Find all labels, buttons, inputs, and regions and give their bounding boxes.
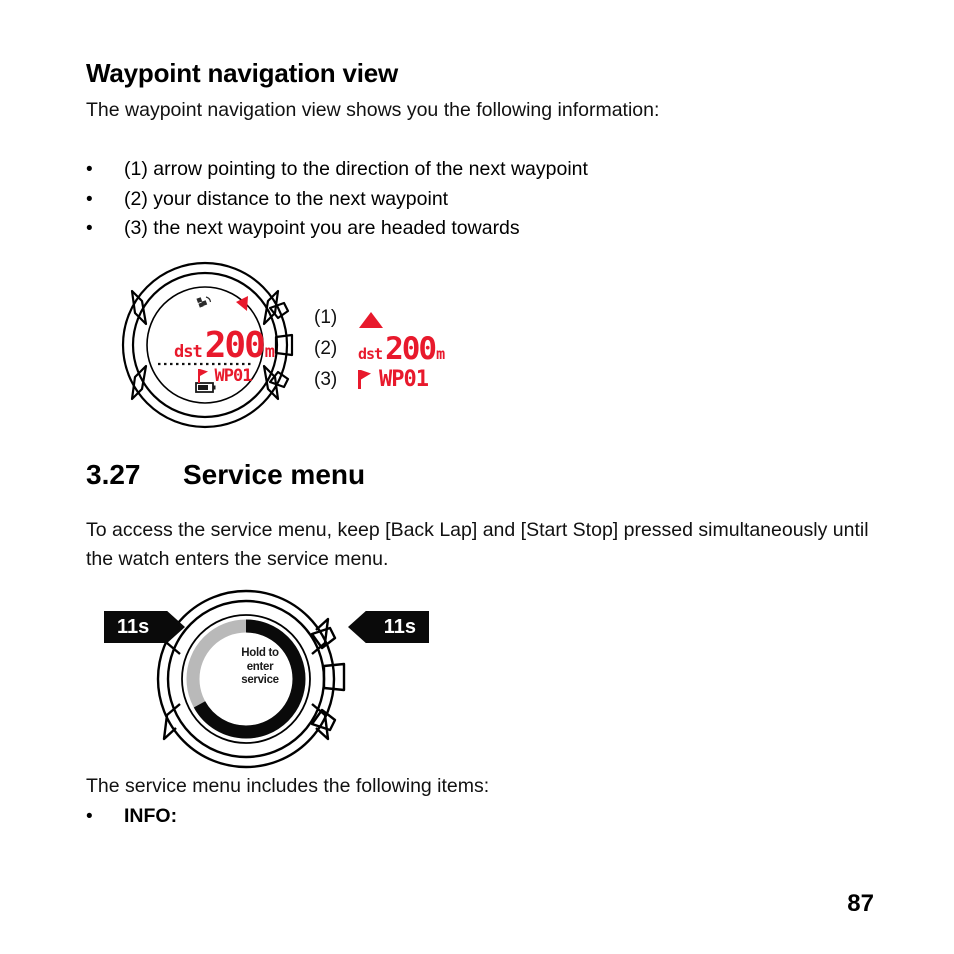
watch-distance-readout: dst 200 m [152, 325, 297, 366]
service-items-intro: The service menu includes the following … [86, 775, 490, 797]
list-item-label: (1) arrow pointing to the direction of t… [124, 158, 588, 180]
list-item: • INFO: [86, 802, 886, 832]
distance-value: 200 [204, 325, 266, 366]
waypoint-figure-legend: (1) (2) dst 200 m (3) WP01 [314, 302, 514, 395]
flag-icon [197, 369, 208, 383]
distance-prefix-label: dst [358, 344, 383, 363]
legend-row-arrow: (1) [314, 302, 514, 333]
satellite-icon [196, 296, 212, 308]
watch-waypoint-readout: WP01 [152, 366, 297, 386]
legend-label: (3) [314, 368, 338, 390]
bullet-marker-icon: • [86, 218, 93, 239]
list-item-label: (2) your distance to the next waypoint [124, 187, 449, 210]
section-number: 3.27 [86, 459, 141, 490]
page-number: 87 [847, 890, 874, 917]
legend-label: (1) [314, 306, 338, 328]
navigation-arrow-icon [236, 296, 248, 311]
manual-page: Waypoint navigation view The waypoint na… [0, 0, 954, 954]
service-items-list: • INFO: [86, 802, 886, 832]
watch-service-prompt: Hold to enter service [224, 647, 296, 688]
prompt-line-3: service [241, 674, 279, 686]
legend-value: WP01 [358, 367, 429, 392]
legend-row-distance: (2) dst 200 m [314, 331, 514, 367]
page-title: Waypoint navigation view [86, 58, 399, 88]
section-heading-service-menu: 3.27 Service menu [86, 459, 365, 491]
legend-value: dst 200 m [358, 331, 445, 367]
distance-unit-label: m [264, 342, 275, 362]
legend-label: (2) [314, 337, 338, 359]
list-item-label: INFO: [124, 805, 178, 827]
waypoint-label: WP01 [379, 367, 429, 392]
bullet-marker-icon: • [86, 806, 93, 827]
bullet-marker-icon: • [86, 188, 93, 210]
distance-value: 200 [385, 330, 437, 367]
section-title: Service menu [183, 459, 366, 490]
waypoint-label: WP01 [214, 366, 253, 386]
bullet-marker-icon: • [86, 159, 93, 180]
waypoint-intro-paragraph: The waypoint navigation view shows you t… [86, 99, 660, 121]
flag-icon [358, 370, 371, 389]
list-item: • (3) the next waypoint you are headed t… [86, 214, 886, 244]
distance-unit-label: m [436, 344, 446, 363]
distance-prefix-label: dst [174, 342, 203, 362]
waypoint-bullet-list: • (1) arrow pointing to the direction of… [86, 155, 886, 244]
prompt-line-1: Hold to [241, 647, 279, 659]
prompt-line-2: enter [246, 660, 274, 673]
legend-value [358, 307, 384, 329]
service-menu-paragraph: To access the service menu, keep [Back L… [86, 519, 869, 570]
list-item: • (2) your distance to the next waypoint [86, 185, 886, 215]
navigation-arrow-icon [359, 311, 383, 328]
list-item-label: (3) the next waypoint you are headed tow… [124, 217, 520, 239]
list-item: • (1) arrow pointing to the direction of… [86, 155, 886, 185]
legend-row-waypoint: (3) WP01 [314, 364, 514, 395]
